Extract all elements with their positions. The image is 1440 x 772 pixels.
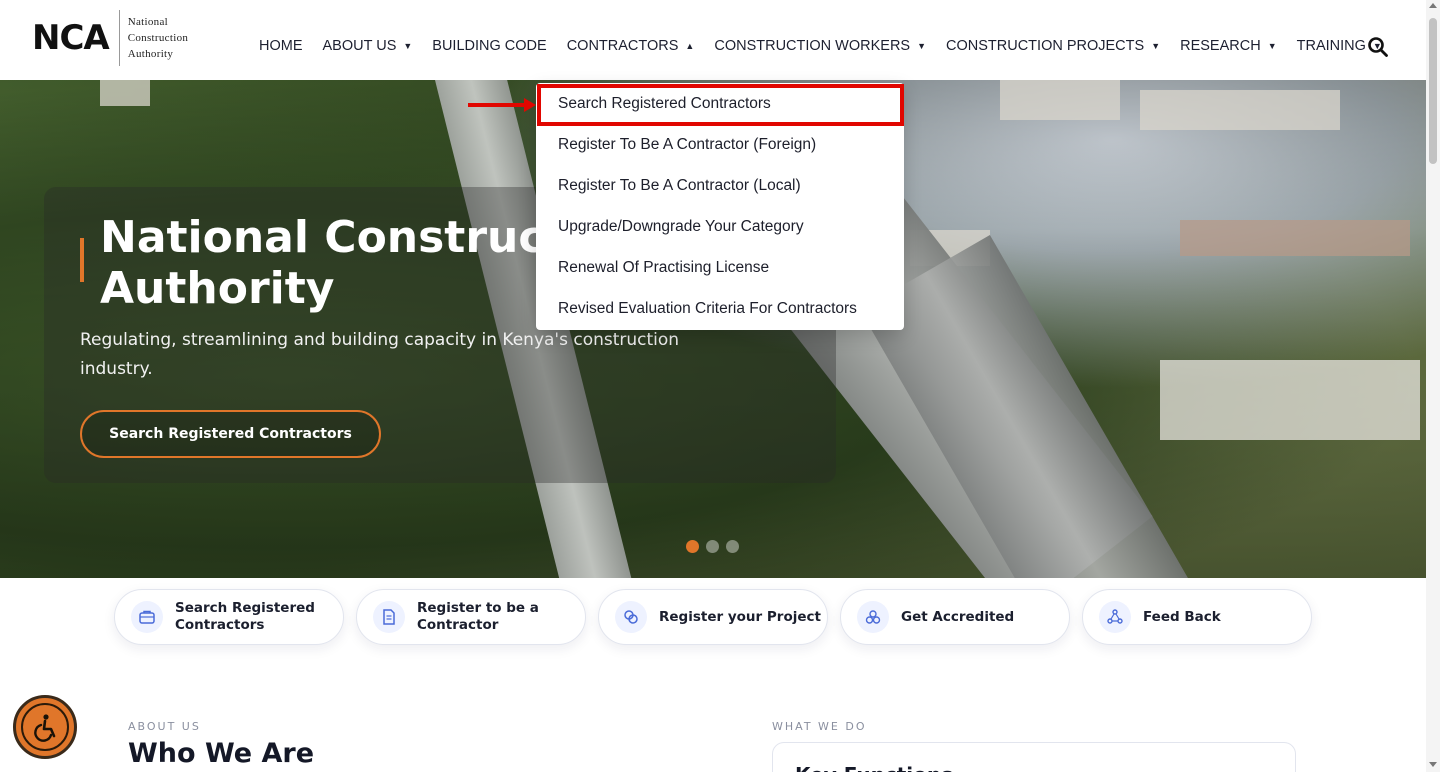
hero-accent-bar: [80, 238, 84, 282]
dropdown-item-register-local[interactable]: Register To Be A Contractor (Local): [558, 177, 801, 195]
wheelchair-icon: [34, 714, 56, 742]
nav-home-label: HOME: [259, 38, 303, 54]
feedback-icon: [1099, 601, 1131, 633]
annotation-arrow-head: [524, 98, 536, 112]
hero-building: [1140, 90, 1340, 130]
rings-icon: [615, 601, 647, 633]
quick-link-search-contractors[interactable]: Search Registered Contractors: [114, 589, 344, 645]
accessibility-ring: [21, 703, 69, 751]
main-nav: HOME ABOUT US ▼ BUILDING CODE CONTRACTORS…: [259, 38, 1402, 54]
site-header: NCA National Construction Authority HOME…: [0, 0, 1426, 80]
briefcase-icon: [131, 601, 163, 633]
quick-link-label: Search Registered Contractors: [175, 600, 315, 633]
quick-link-register-contractor[interactable]: Register to be a Contractor: [356, 589, 586, 645]
nav-building-code-label: BUILDING CODE: [432, 38, 547, 54]
dropdown-item-register-foreign[interactable]: Register To Be A Contractor (Foreign): [558, 136, 816, 154]
quick-link-get-accredited[interactable]: Get Accredited: [840, 589, 1070, 645]
hero-building: [1000, 80, 1120, 120]
dropdown-item-revised-criteria[interactable]: Revised Evaluation Criteria For Contract…: [558, 300, 857, 318]
nav-construction-projects-label: CONSTRUCTION PROJECTS: [946, 38, 1145, 54]
badge-icon: [857, 601, 889, 633]
page-scrollbar[interactable]: [1426, 0, 1440, 772]
quick-link-label: Get Accredited: [901, 608, 1015, 625]
quick-link-register-project[interactable]: Register your Project: [598, 589, 828, 645]
nav-contractors[interactable]: CONTRACTORS ▲: [567, 38, 695, 54]
nav-research[interactable]: RESEARCH ▼: [1180, 38, 1277, 54]
key-functions-card: Key Functions: [772, 742, 1296, 772]
annotation-arrow: [468, 103, 528, 107]
quick-link-label: Register to be a Contractor: [417, 600, 539, 633]
contractors-dropdown: Search Registered Contractors Register T…: [536, 83, 904, 330]
chevron-down-icon: ▼: [403, 41, 413, 51]
nca-logo[interactable]: NCA National Construction Authority: [32, 8, 188, 68]
logo-line-2: Construction: [127, 32, 189, 44]
nav-construction-workers-label: CONSTRUCTION WORKERS: [714, 38, 911, 54]
quick-link-label: Feed Back: [1143, 608, 1221, 625]
nav-contractors-label: CONTRACTORS: [566, 38, 679, 54]
slider-dots: [686, 540, 739, 553]
nav-training-label: TRAINING: [1296, 38, 1366, 54]
nav-research-label: RESEARCH: [1180, 38, 1261, 54]
nav-about-us-label: ABOUT US: [322, 38, 397, 54]
hero-building: [100, 80, 150, 106]
nav-construction-projects[interactable]: CONSTRUCTION PROJECTS ▼: [946, 38, 1160, 54]
chevron-down-icon: ▼: [1267, 41, 1277, 51]
scroll-up-arrow-icon[interactable]: [1429, 3, 1437, 8]
slider-dot[interactable]: [686, 540, 699, 553]
logo-text: National Construction Authority: [128, 14, 188, 62]
nav-home[interactable]: HOME: [259, 38, 303, 54]
dropdown-item-search-registered-contractors[interactable]: Search Registered Contractors: [558, 95, 771, 113]
chevron-down-icon: ▼: [1151, 41, 1161, 51]
scrollbar-thumb[interactable]: [1429, 18, 1437, 164]
nav-construction-workers[interactable]: CONSTRUCTION WORKERS ▼: [714, 38, 926, 54]
hero-building: [1180, 220, 1410, 256]
slider-dot[interactable]: [726, 540, 739, 553]
nav-building-code[interactable]: BUILDING CODE: [432, 38, 546, 54]
quick-link-label: Register your Project: [659, 608, 821, 625]
about-section-title: Who We Are: [128, 738, 315, 769]
key-functions-title: Key Functions: [795, 763, 953, 772]
hero-building: [1160, 360, 1420, 440]
search-button[interactable]: [1367, 36, 1389, 58]
logo-mark: NCA: [32, 18, 110, 58]
chevron-down-icon: ▼: [917, 41, 927, 51]
document-icon: [373, 601, 405, 633]
accessibility-button[interactable]: [13, 695, 77, 759]
scroll-down-arrow-icon[interactable]: [1429, 762, 1437, 767]
chevron-up-icon: ▲: [685, 41, 695, 51]
hero-search-contractors-button[interactable]: Search Registered Contractors: [80, 410, 381, 458]
nav-about-us[interactable]: ABOUT US ▼: [323, 38, 413, 54]
slider-dot[interactable]: [706, 540, 719, 553]
logo-divider: [118, 10, 120, 66]
hero-subtitle: Regulating, streamlining and building ca…: [80, 330, 680, 379]
logo-line-1: National: [127, 16, 169, 28]
logo-line-3: Authority: [127, 48, 174, 60]
dropdown-item-renewal-license[interactable]: Renewal Of Practising License: [558, 259, 769, 277]
about-section-label: ABOUT US: [128, 720, 201, 733]
what-we-do-label: WHAT WE DO: [772, 720, 867, 733]
search-icon: [1368, 37, 1388, 57]
quick-link-feedback[interactable]: Feed Back: [1082, 589, 1312, 645]
dropdown-item-upgrade-downgrade[interactable]: Upgrade/Downgrade Your Category: [558, 218, 804, 236]
